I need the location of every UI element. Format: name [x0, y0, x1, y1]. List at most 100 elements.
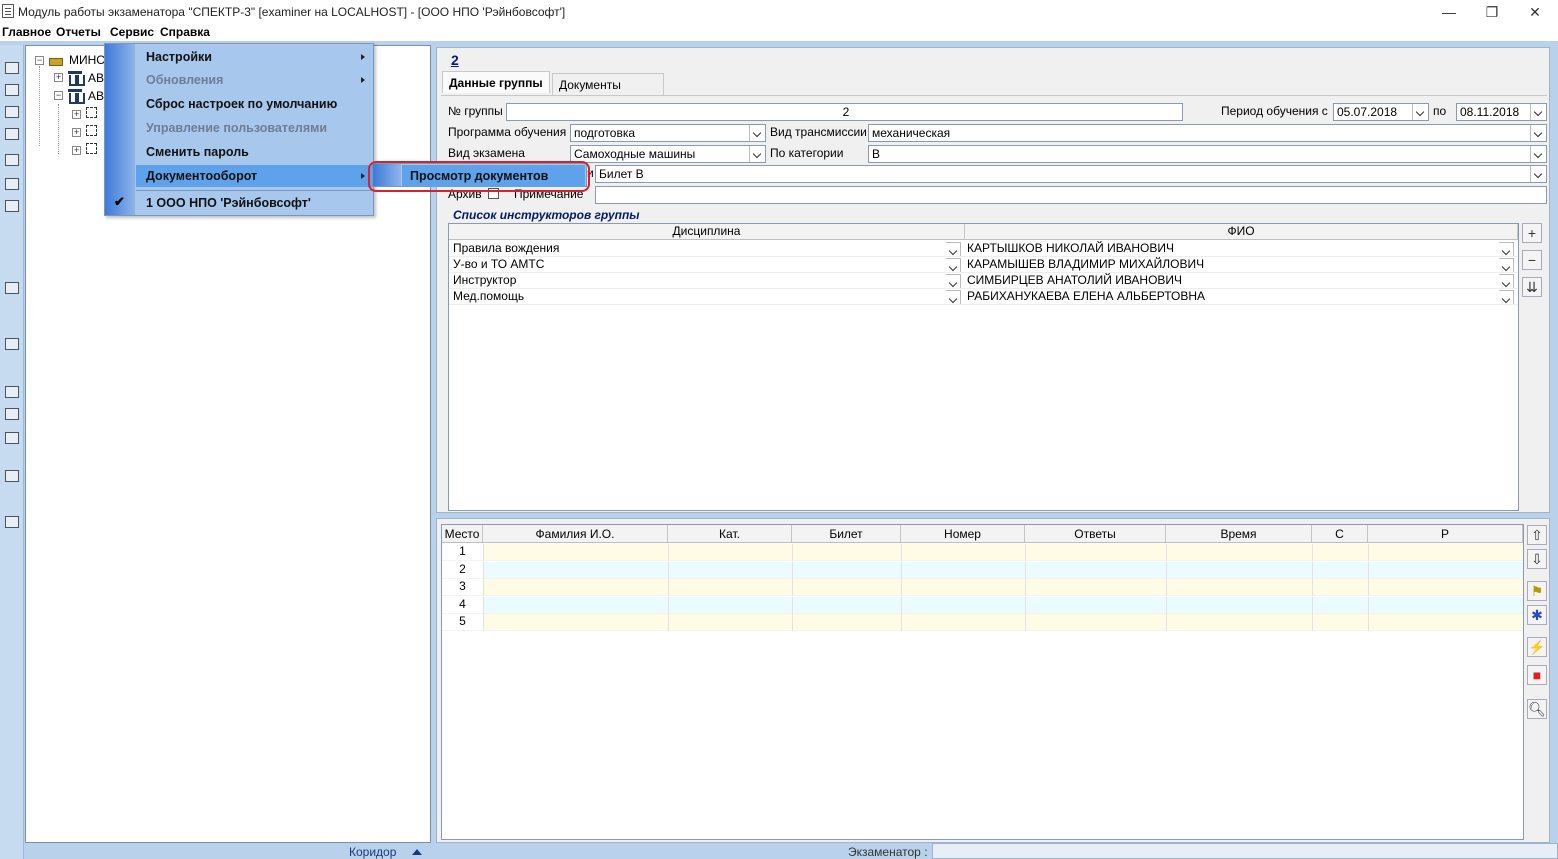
wand-icon[interactable]: [3, 59, 20, 76]
column-header[interactable]: Фамилия И.О.: [483, 525, 668, 543]
window-icon[interactable]: [3, 279, 20, 296]
triangle-up-icon[interactable]: [412, 849, 422, 855]
chevron-down-icon[interactable]: [1412, 104, 1428, 120]
arrow-up-icon[interactable]: ⇧: [1527, 525, 1547, 545]
chevron-down-icon[interactable]: [946, 290, 961, 304]
exam-type-select[interactable]: Самоходные машины: [570, 145, 766, 163]
tree-node[interactable]: АВ: [88, 69, 104, 87]
group-no-field[interactable]: 2: [506, 103, 1183, 121]
chevron-down-icon[interactable]: [1499, 274, 1514, 288]
menu-item-reset-settings[interactable]: Сброс настроек по умолчанию: [136, 93, 373, 115]
document-icon[interactable]: [3, 151, 20, 168]
table-row[interactable]: 2: [442, 561, 1523, 579]
chevron-down-icon[interactable]: [749, 146, 765, 162]
menu-item-change-password[interactable]: Сменить пароль: [136, 141, 373, 163]
minimize-button[interactable]: —: [1426, 0, 1472, 24]
undo-icon[interactable]: [3, 197, 20, 214]
user-icon[interactable]: [3, 103, 20, 120]
column-header[interactable]: ФИО: [965, 224, 1518, 240]
gear-icon[interactable]: ✱: [1527, 605, 1547, 625]
column-header[interactable]: Билет: [792, 525, 901, 543]
table-row[interactable]: 4: [442, 596, 1523, 614]
close-button[interactable]: ✕: [1512, 0, 1558, 24]
grid-divider: [901, 544, 902, 561]
grid-divider: [483, 614, 484, 631]
menu-item-document-flow[interactable]: Документооборот: [136, 165, 373, 187]
remove-icon[interactable]: −: [1522, 250, 1542, 270]
expand-icon[interactable]: +: [72, 146, 81, 155]
table-row[interactable]: 5: [442, 614, 1523, 631]
menu-help[interactable]: Справка: [158, 25, 212, 39]
instructor-row[interactable]: Правила вождения КАРТЫШКОВ НИКОЛАЙ ИВАНОВ…: [449, 241, 1518, 257]
tab-group-data[interactable]: Данные группы: [442, 71, 550, 93]
delete-icon[interactable]: [3, 125, 20, 142]
note-field[interactable]: [595, 186, 1547, 204]
tab-documents[interactable]: Документы: [552, 73, 664, 95]
chevron-down-icon[interactable]: [1530, 104, 1546, 120]
table-row[interactable]: 3: [442, 579, 1523, 596]
lightning-icon[interactable]: ⚡: [1527, 637, 1547, 657]
restore-button[interactable]: ❐: [1469, 0, 1515, 24]
menu-service[interactable]: Сервис: [108, 25, 157, 39]
column-header[interactable]: Место: [442, 525, 483, 543]
menu-main[interactable]: Главное: [0, 25, 53, 39]
window-title: Модуль работы экзаменатора "СПЕКТР-3" [e…: [18, 5, 566, 19]
instructor-row[interactable]: Инструктор СИМБИРЦЕВ АНАТОЛИЙ ИВАНОВИЧ: [449, 273, 1518, 289]
chevron-down-icon[interactable]: [946, 274, 961, 288]
collapse-icon[interactable]: −: [54, 91, 63, 100]
tree-root[interactable]: МИНС: [69, 51, 105, 69]
column-header[interactable]: Ответы: [1025, 525, 1166, 543]
menu-item-settings[interactable]: Настройки: [136, 46, 373, 68]
column-header[interactable]: Дисциплина: [449, 224, 965, 240]
instructor-row[interactable]: Мед.помощь РАБИХАНУКАЕВА ЕЛЕНА АЛЬБЕРТОВН…: [449, 289, 1518, 305]
book-icon[interactable]: [3, 405, 20, 422]
menu-item-organization[interactable]: 1 ООО НПО 'Рэйнбовсофт': [136, 192, 373, 214]
network-icon[interactable]: [3, 429, 20, 446]
column-header[interactable]: С: [1312, 525, 1368, 543]
tree-node[interactable]: АВ: [88, 87, 104, 105]
chevron-down-icon[interactable]: [1530, 146, 1546, 162]
category-select[interactable]: В: [868, 145, 1547, 163]
car-icon[interactable]: [3, 467, 20, 484]
column-header[interactable]: Р: [1368, 525, 1523, 543]
ticket-select[interactable]: Билет В: [595, 165, 1547, 183]
expand-icon[interactable]: +: [72, 110, 81, 119]
monitor-icon[interactable]: [3, 383, 20, 400]
transmission-select[interactable]: механическая: [868, 124, 1547, 142]
tree-icon[interactable]: [3, 81, 20, 98]
grid-divider: [483, 561, 484, 579]
date-from-field[interactable]: 05.07.2018: [1333, 103, 1429, 121]
chevron-down-icon[interactable]: [1499, 258, 1514, 272]
move-bottom-icon[interactable]: ⇊: [1522, 277, 1542, 297]
column-header[interactable]: Время: [1166, 525, 1312, 543]
chevron-down-icon[interactable]: [749, 125, 765, 141]
expand-icon[interactable]: +: [72, 128, 81, 137]
clock-icon[interactable]: [3, 335, 20, 352]
chevron-down-icon[interactable]: [946, 258, 961, 272]
corridor-label[interactable]: Коридор: [349, 845, 396, 859]
expand-icon[interactable]: +: [54, 73, 63, 82]
menu-reports[interactable]: Отчеты: [54, 25, 103, 39]
instructor-row[interactable]: У-во и ТО АМТС КАРАМЫШЕВ ВЛАДИМИР МИХАЙЛО…: [449, 257, 1518, 273]
chevron-down-icon[interactable]: [1530, 125, 1546, 141]
group-icon: [86, 125, 97, 136]
chevron-down-icon[interactable]: [946, 242, 961, 256]
chevron-down-icon[interactable]: [1499, 290, 1514, 304]
table-row[interactable]: 1: [442, 544, 1523, 561]
column-header[interactable]: Кат.: [668, 525, 792, 543]
chevron-down-icon[interactable]: [1499, 242, 1514, 256]
zoom-icon[interactable]: 🔍︎: [1527, 699, 1547, 719]
add-icon[interactable]: +: [1522, 223, 1542, 243]
flag-icon[interactable]: ⚑: [1527, 581, 1547, 601]
exit-icon[interactable]: [3, 513, 20, 530]
chevron-down-icon[interactable]: [1530, 166, 1546, 182]
arrow-down-icon[interactable]: ⇩: [1527, 549, 1547, 569]
stop-icon[interactable]: ■: [1527, 665, 1547, 685]
save-icon[interactable]: [3, 175, 20, 192]
program-select[interactable]: подготовка: [570, 124, 766, 142]
grid-divider: [1166, 614, 1167, 631]
collapse-icon[interactable]: −: [35, 56, 44, 65]
date-to-field[interactable]: 08.11.2018: [1456, 103, 1547, 121]
column-header[interactable]: Номер: [901, 525, 1025, 543]
fio-cell: КАРТЫШКОВ НИКОЛАЙ ИВАНОВИЧ: [967, 241, 1174, 255]
